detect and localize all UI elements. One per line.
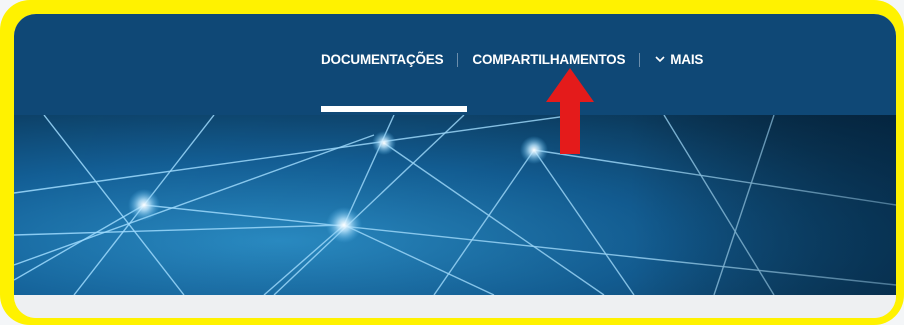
nav-item-documentacoes[interactable]: DOCUMENTAÇÕES — [321, 52, 444, 67]
highlight-frame: DOCUMENTAÇÕES COMPARTILHAMENTOS MAIS — [0, 0, 904, 325]
red-arrow-up-icon — [544, 66, 596, 161]
nav-separator — [457, 52, 459, 67]
page-viewport: DOCUMENTAÇÕES COMPARTILHAMENTOS MAIS — [14, 14, 896, 318]
network-lines-graphic — [14, 115, 896, 295]
nav-item-compartilhamentos[interactable]: COMPARTILHAMENTOS — [472, 52, 625, 67]
content-area — [14, 295, 896, 318]
hero-banner — [14, 115, 896, 295]
main-nav: DOCUMENTAÇÕES COMPARTILHAMENTOS MAIS — [321, 52, 703, 67]
nav-separator — [639, 52, 641, 67]
nav-item-mais[interactable]: MAIS — [654, 52, 703, 67]
chevron-down-icon — [654, 52, 666, 67]
active-tab-indicator — [321, 106, 467, 112]
top-navbar: DOCUMENTAÇÕES COMPARTILHAMENTOS MAIS — [14, 14, 896, 115]
nav-item-mais-label: MAIS — [670, 52, 704, 67]
